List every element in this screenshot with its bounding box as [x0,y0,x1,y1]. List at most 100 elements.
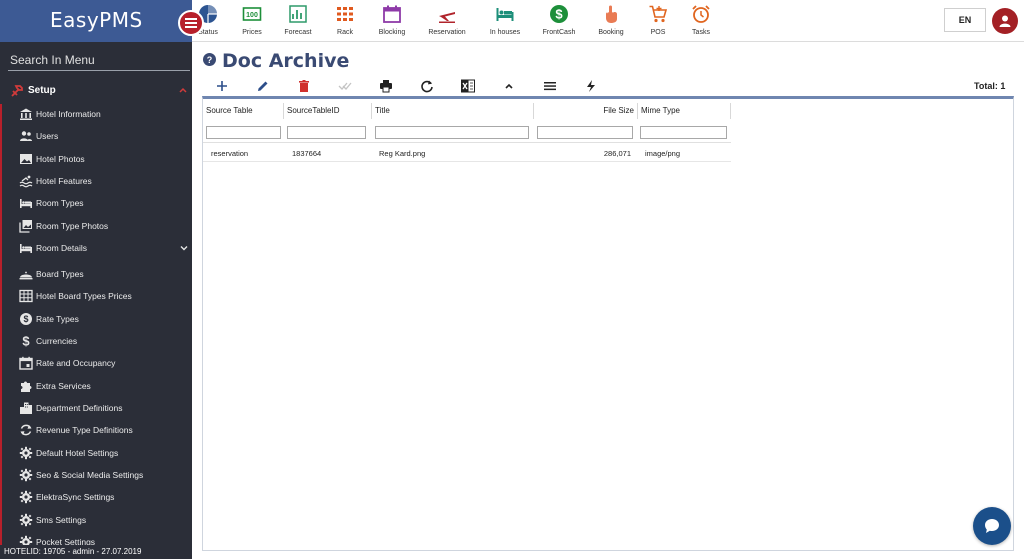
language-button[interactable]: EN [944,8,986,32]
status-bar: HOTELID: 19705 - admin - 27.07.2019 [0,545,192,559]
sidebar-item-hotel-features[interactable]: Hotel Features [0,171,192,191]
sidebar-item-extra-services[interactable]: Extra Services [0,376,192,396]
brand-header: EasyPMS [0,0,192,42]
sidebar-item-revenue-type-definitions[interactable]: Revenue Type Definitions [0,420,192,440]
nav-label: Blocking [378,29,406,36]
list-icon [544,82,556,91]
filter-file-size[interactable] [537,126,633,139]
refresh-button[interactable] [418,78,436,94]
user-account-button[interactable] [992,8,1018,34]
sidebar-item-hotel-board-types-prices[interactable]: Hotel Board Types Prices [0,286,192,306]
sidebar-item-rate-and-occupancy[interactable]: Rate and Occupancy [0,353,192,373]
column-header-source-table-id[interactable]: SourceTableID [284,103,372,119]
svg-text:$: $ [555,7,563,22]
sidebar-item-label: Room Types [36,198,84,208]
sidebar-item-label: Rate and Occupancy [36,358,116,368]
filter-source-table[interactable] [206,126,281,139]
sidebar-item-seo-social-media-settings[interactable]: Seo & Social Media Settings [0,465,192,485]
delete-button[interactable] [295,78,313,94]
approve-button[interactable] [336,78,354,94]
column-header-mime-type[interactable]: Mime Type [638,103,731,119]
sidebar-item-sms-settings[interactable]: Sms Settings [0,510,192,530]
sidebar-item-board-types[interactable]: Board Types [0,264,192,284]
price-tag-icon: 100 [242,7,262,21]
nav-tasks[interactable]: Tasks [673,3,729,39]
menu-search-input[interactable]: Search In Menu [10,53,95,67]
sidebar-item-label: Hotel Photos [36,154,85,164]
hand-icon [606,5,617,23]
sidebar-item-label: Sms Settings [36,515,87,525]
checkmark-icon [338,82,352,90]
chevron-up-icon [179,87,187,93]
chat-button[interactable] [973,507,1011,545]
cell-file-size: 286,071 [603,149,631,158]
dollar-circle-icon: $ [20,313,32,325]
filter-mime-type[interactable] [640,126,727,139]
help-icon[interactable]: ? [203,53,216,66]
quick-action-button[interactable] [582,78,600,94]
bank-icon [20,108,32,120]
calendar-icon [19,356,33,370]
sidebar-item-default-hotel-settings[interactable]: Default Hotel Settings [0,443,192,463]
sidebar: EasyPMS Search In Menu Setup Hotel Infor… [0,0,192,559]
nav-in-houses[interactable]: In houses [477,3,533,39]
setup-label: Setup [28,85,56,96]
nav-blocking[interactable]: Blocking [364,3,420,39]
grid-toolbar [202,76,1022,96]
search-underline [8,70,190,71]
sidebar-item-hotel-photos[interactable]: Hotel Photos [0,149,192,169]
cell-source-table-id: 1837664 [292,149,322,158]
photo-icon [20,154,32,164]
sidebar-item-label: Hotel Information [36,109,101,119]
column-header-file-size[interactable]: File Size [534,103,638,119]
calendar-icon [383,5,401,23]
sidebar-item-users[interactable]: Users [0,126,192,146]
refresh-icon [20,424,32,436]
columns-menu-button[interactable] [541,78,559,94]
lightning-icon [587,80,595,92]
sidebar-item-room-types[interactable]: Room Types [0,193,192,213]
sidebar-item-label: Room Details [36,243,88,253]
svg-text:$: $ [22,334,30,348]
sidebar-item-rate-types[interactable]: $ Rate Types [0,309,192,329]
edit-button[interactable] [254,78,272,94]
sidebar-item-label: Extra Services [36,381,91,391]
menu-section-setup[interactable]: Setup [0,80,192,102]
room-service-icon [19,271,33,280]
table-grid-icon [19,289,33,303]
sidebar-item-room-details[interactable]: Room Details [0,238,192,258]
column-header-title[interactable]: Title [372,103,534,119]
svg-text:$: $ [23,314,28,324]
pencil-icon [258,81,268,91]
filter-source-table-id[interactable] [287,126,366,139]
sidebar-item-label: Hotel Board Types Prices [36,291,132,301]
chevron-up-icon [505,83,513,89]
refresh-icon [421,80,433,93]
column-header-source-table[interactable]: Source Table [203,103,284,119]
nav-label: In houses [489,29,521,36]
sidebar-item-currencies[interactable]: $ Currencies [0,331,192,351]
user-icon [999,15,1011,27]
bed-icon [20,244,32,253]
collapse-button[interactable] [500,78,518,94]
trash-icon [299,80,309,92]
nav-label: Reservation [428,29,466,36]
nav-reservation[interactable]: Reservation [419,3,475,39]
sidebar-item-elektrasync-settings[interactable]: ElektraSync Settings [0,487,192,507]
dollar-circle-icon: $ [550,5,568,23]
sidebar-item-label: Board Types [36,269,84,279]
add-button[interactable] [213,78,231,94]
table-row[interactable]: reservation 1837664 Reg Kard.png 286,071… [203,146,731,162]
sidebar-item-department-definitions[interactable]: Department Definitions [0,398,192,418]
sidebar-item-label: Revenue Type Definitions [36,425,133,435]
menu-toggle-button[interactable] [178,10,204,36]
tools-icon [11,85,23,97]
sidebar-item-hotel-information[interactable]: Hotel Information [0,104,192,124]
sidebar-item-label: Department Definitions [36,403,123,413]
filter-title[interactable] [375,126,529,139]
export-excel-button[interactable] [459,78,477,94]
sidebar-item-room-type-photos[interactable]: Room Type Photos [0,216,192,236]
cart-icon [649,5,668,23]
print-button[interactable] [377,78,395,94]
nav-frontcash[interactable]: $ FrontCash [531,3,587,39]
